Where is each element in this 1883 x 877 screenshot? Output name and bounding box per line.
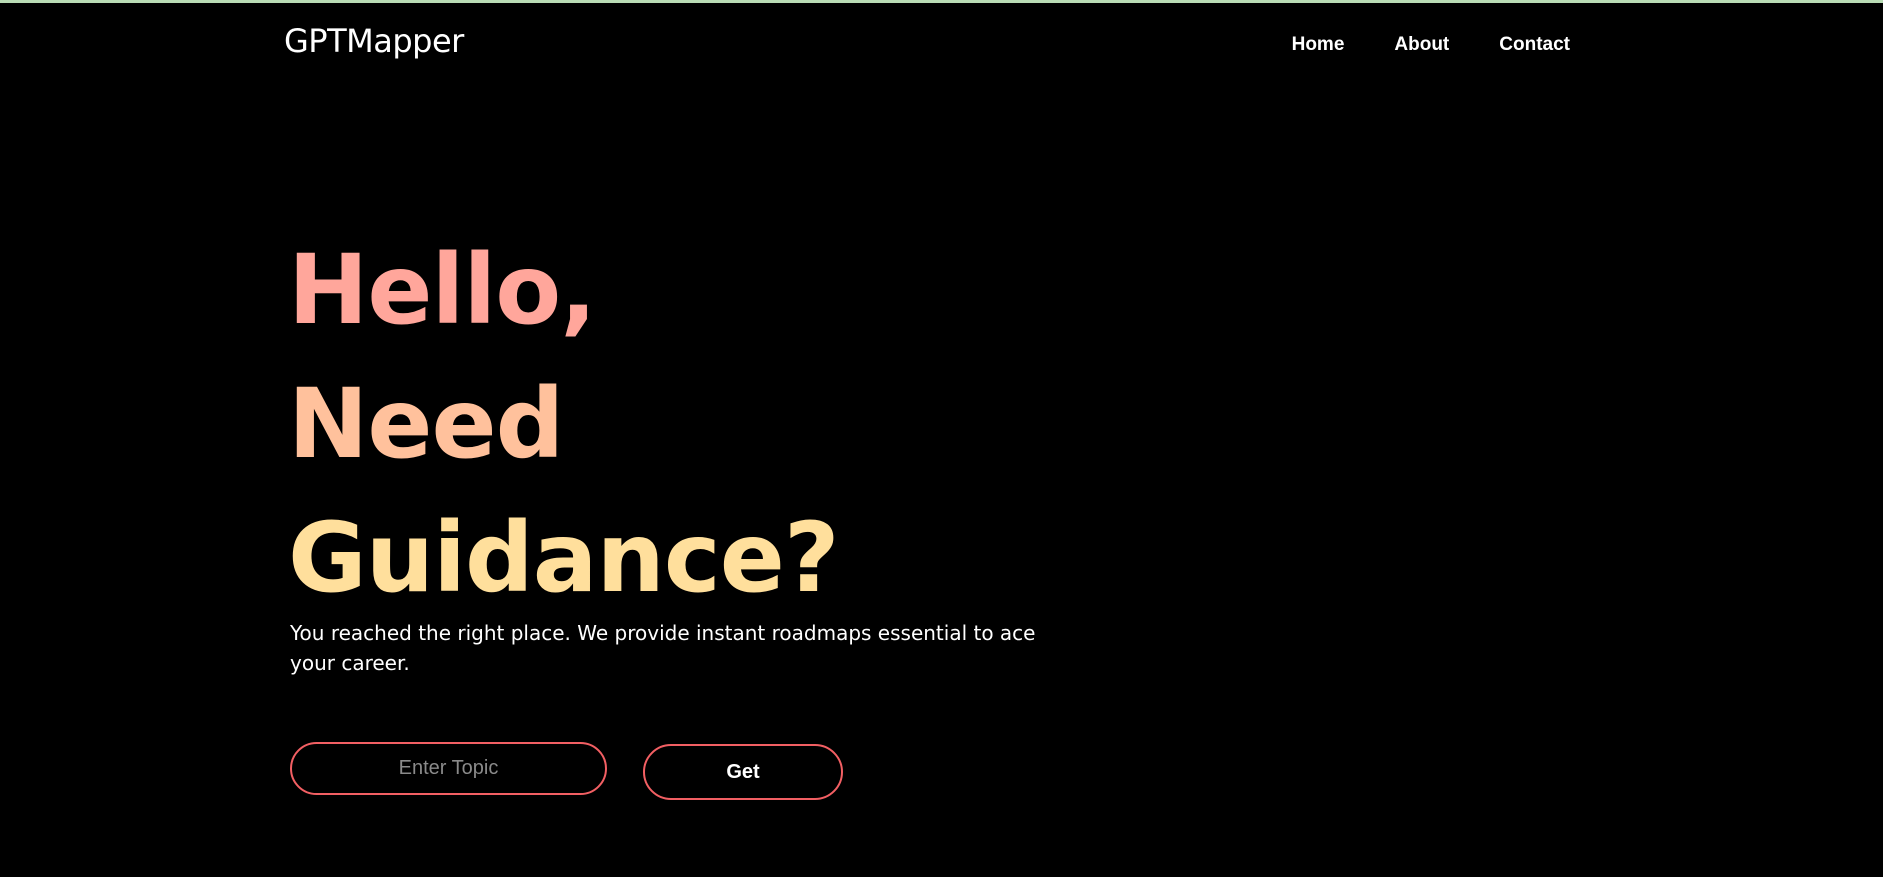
hero-title-line-guidance: Guidance? <box>288 502 840 614</box>
hero-title: Hello, Need Guidance? <box>288 223 840 625</box>
brand-logo[interactable]: GPTMapper <box>284 22 464 60</box>
topic-input[interactable] <box>290 742 607 795</box>
get-button[interactable]: Get <box>643 744 843 800</box>
hero-title-line-hello: Hello, <box>288 234 597 346</box>
nav-contact-link[interactable]: Contact <box>1499 34 1570 57</box>
nav-about-link[interactable]: About <box>1394 34 1449 57</box>
hero-heading-block: Hello, Need Guidance? <box>288 223 840 625</box>
hero-tagline: You reached the right place. We provide … <box>290 621 1036 675</box>
nav-home-link[interactable]: Home <box>1292 34 1345 57</box>
top-accent-bar <box>0 0 1883 3</box>
hero-title-line-need: Need <box>288 368 564 480</box>
main-nav: Home About Contact <box>1292 34 1570 57</box>
